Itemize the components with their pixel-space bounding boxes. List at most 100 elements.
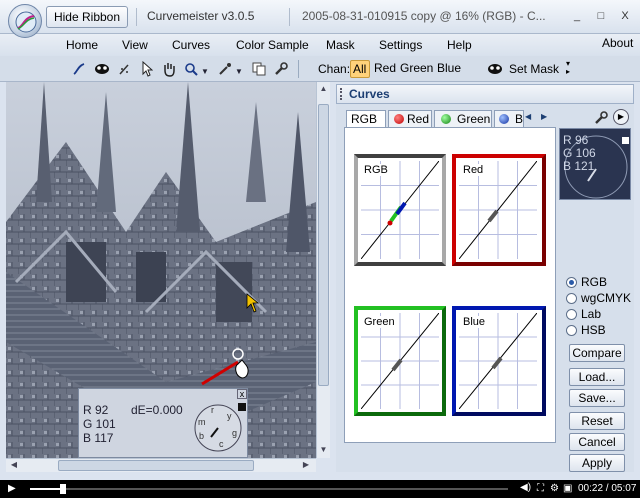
channel-all-button[interactable]: All	[350, 60, 370, 78]
seek-handle[interactable]	[60, 484, 67, 494]
sample-de-value: dE=0.000	[131, 403, 183, 417]
apply-button[interactable]: Apply	[569, 454, 625, 472]
seek-progress	[30, 488, 64, 490]
scroll-right-icon[interactable]: ▶	[300, 459, 312, 471]
channel-green-button[interactable]: Green	[398, 60, 435, 78]
mode-wgcmyk-label: wgCMYK	[581, 291, 632, 305]
hide-ribbon-button[interactable]: Hide Ribbon	[46, 6, 128, 28]
tab-blue-label: B	[515, 112, 524, 126]
tab-rgb[interactable]: RGB	[346, 110, 386, 128]
zoom-dropdown-icon[interactable]: ▼	[200, 62, 210, 80]
svg-text:m: m	[198, 417, 206, 427]
sample-info-panel[interactable]: R 92 dE=0.000 G 101 B 117 x y g c b m r	[78, 388, 248, 458]
blue-channel-icon	[499, 114, 509, 124]
tab-scroll-left-icon[interactable]: ◀	[525, 110, 537, 124]
radio-icon	[566, 324, 577, 336]
curves-title: Curves	[349, 87, 390, 101]
mode-rgb-radio[interactable]: RGB	[566, 275, 607, 289]
seek-track[interactable]	[30, 488, 508, 490]
svg-text:g: g	[232, 428, 237, 438]
menu-about[interactable]: About	[602, 36, 633, 50]
menu-help[interactable]: Help	[447, 38, 472, 52]
sample-r-value: R 92	[83, 403, 109, 417]
curve-logo-icon	[15, 11, 37, 33]
curves-graph-area: RGB Red Green Blue	[344, 127, 556, 443]
tab-green-label: Green	[457, 112, 491, 126]
channel-blue-button[interactable]: Blue	[435, 60, 463, 78]
tab-red[interactable]: Red	[388, 110, 432, 128]
mode-wgcmyk-radio[interactable]: wgCMYK	[566, 291, 631, 305]
zoom-tool-icon[interactable]	[182, 60, 200, 78]
maximize-button[interactable]: □	[592, 8, 610, 24]
mode-lab-radio[interactable]: Lab	[566, 307, 601, 321]
red-graph-label: Red	[462, 164, 485, 176]
vertical-scroll-thumb[interactable]	[318, 104, 329, 386]
blue-graph-label: Blue	[462, 316, 487, 328]
mode-rgb-label: RGB	[581, 275, 608, 289]
mask-tool-icon[interactable]	[93, 60, 111, 78]
menu-mask[interactable]: Mask	[326, 38, 355, 52]
channel-red-button[interactable]: Red	[372, 60, 398, 78]
color-readout-panel: R 96 G 106 B 121	[559, 128, 631, 200]
cancel-button[interactable]: Cancel	[569, 433, 625, 451]
scroll-up-icon[interactable]: ▲	[318, 83, 329, 95]
copy-tool-icon[interactable]	[250, 60, 268, 78]
eyedropper-dropdown-icon[interactable]: ▼	[234, 62, 244, 80]
load-button[interactable]: Load...	[569, 368, 625, 386]
app-title: Curvemeister v3.0.5	[147, 9, 255, 23]
video-player-bar: ▶ ◀) ⛶ ⚙ ▣ 00:22 / 05:07	[0, 480, 640, 498]
green-channel-icon	[441, 114, 451, 124]
save-button[interactable]: Save...	[569, 389, 625, 407]
wrench-tool-icon[interactable]	[272, 60, 290, 78]
tab-scroll-right-icon[interactable]: ▶	[541, 110, 553, 124]
toolbar-overflow-icon[interactable]: ▾ ▸	[566, 60, 570, 76]
document-title: 2005-08-31-010915 copy @ 16% (RGB) - C..…	[302, 9, 546, 23]
horizontal-scroll-thumb[interactable]	[58, 460, 254, 471]
menu-color-sample[interactable]: Color Sample	[236, 38, 309, 52]
mode-hsb-label: HSB	[581, 323, 606, 337]
settings-icon[interactable]: ⚙	[550, 483, 559, 494]
volume-icon[interactable]: ◀)	[520, 482, 531, 493]
sample-close-button[interactable]: x	[237, 389, 247, 399]
reset-button[interactable]: Reset	[569, 412, 625, 430]
sample-b-value: B 117	[83, 431, 114, 445]
svg-text:y: y	[227, 411, 232, 421]
radio-icon	[566, 308, 577, 320]
play-icon[interactable]: ▶	[613, 109, 629, 125]
readout-menu-icon[interactable]	[622, 137, 629, 144]
title-separator	[136, 8, 137, 26]
tab-green[interactable]: Green	[434, 110, 492, 128]
close-button[interactable]: X	[616, 8, 634, 24]
popout-icon[interactable]: ▣	[563, 483, 572, 494]
fullscreen-icon[interactable]: ⛶	[537, 483, 544, 494]
horizontal-scrollbar[interactable]: ◀ ▶	[6, 458, 316, 472]
menu-curves[interactable]: Curves	[172, 38, 210, 52]
mode-hsb-radio[interactable]: HSB	[566, 323, 606, 337]
hand-tool-icon[interactable]	[160, 60, 178, 78]
vertical-scrollbar[interactable]: ▲ ▼	[316, 82, 330, 458]
green-graph-label: Green	[363, 316, 396, 328]
player-time: 00:22 / 05:07	[578, 483, 637, 494]
eyedropper-tool-icon[interactable]	[216, 60, 234, 78]
menu-view[interactable]: View	[122, 38, 148, 52]
pointer-tool-icon[interactable]	[138, 60, 156, 78]
play-button-icon[interactable]: ▶	[8, 483, 16, 494]
menu-home[interactable]: Home	[66, 38, 98, 52]
scroll-down-icon[interactable]: ▼	[318, 444, 329, 456]
grip-icon[interactable]	[340, 88, 342, 100]
minimize-button[interactable]: _	[568, 8, 586, 24]
menu-settings[interactable]: Settings	[379, 38, 422, 52]
toolbar-separator	[298, 60, 299, 78]
curve-tool-icon[interactable]	[70, 60, 88, 78]
sample-g-value: G 101	[83, 417, 116, 431]
app-logo-button[interactable]	[8, 4, 42, 38]
settings-wrench-icon[interactable]	[594, 111, 608, 128]
readout-g-value: G 106	[563, 146, 596, 160]
scroll-left-icon[interactable]: ◀	[8, 459, 20, 471]
tab-blue[interactable]: B	[494, 110, 524, 128]
tab-red-label: Red	[407, 112, 430, 126]
set-mask-button[interactable]: Set Mask	[509, 62, 559, 76]
draw-tool-icon[interactable]	[116, 60, 134, 78]
compare-button[interactable]: Compare	[569, 344, 625, 362]
svg-text:r: r	[211, 405, 214, 415]
